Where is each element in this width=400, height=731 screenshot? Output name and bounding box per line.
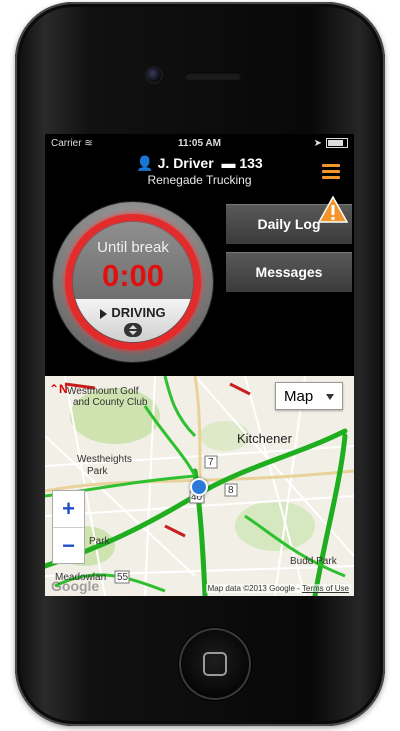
map-type-select[interactable]: Map <box>275 382 343 410</box>
map-label-golf: Westmount Golf <box>67 386 139 397</box>
map-view[interactable]: ⌃N Westmount Golf and County Club Kitche… <box>45 376 354 596</box>
status-right: ➤ <box>314 138 348 149</box>
messages-button[interactable]: Messages <box>226 252 352 292</box>
map-label-park2: Park <box>89 536 110 547</box>
timer-face[interactable]: Until break 0:00 DRIVING <box>73 222 193 342</box>
earpiece-speaker <box>185 72 241 80</box>
menu-icon[interactable] <box>322 164 340 180</box>
map-label-park1: Westheights <box>77 454 132 465</box>
app-header: 👤 J. Driver ▬ 133 Renegade Trucking <box>45 152 354 192</box>
map-label-park1b: Park <box>87 466 108 477</box>
timer-value: 0:00 <box>101 258 165 293</box>
zoom-in-button[interactable]: + <box>53 491 84 527</box>
map-label-city: Kitchener <box>237 431 292 446</box>
company-name: Renegade Trucking <box>147 173 252 187</box>
driver-name: J. Driver <box>157 155 214 171</box>
until-break-label: Until break <box>97 239 169 256</box>
truck-icon: ▬ <box>217 155 236 171</box>
front-camera <box>147 68 161 82</box>
status-bar: Carrier ≋ 11:05 AM ➤ <box>45 134 354 152</box>
status-time: 11:05 AM <box>178 138 221 149</box>
map-label-hwy7: 7 <box>208 457 214 468</box>
person-icon: 👤 <box>136 155 154 171</box>
map-label-golf2: and County Club <box>73 397 148 408</box>
map-label-budd: Budd Park <box>290 556 337 567</box>
zoom-control: + − <box>52 490 85 564</box>
map-attribution: Map data ©2013 Google - Terms of Use <box>205 584 351 593</box>
status-toggle-icon[interactable] <box>124 323 142 337</box>
north-arrow-icon: ⌃N <box>49 382 68 396</box>
app-screen: Carrier ≋ 11:05 AM ➤ 👤 J. Driver ▬ 133 R… <box>45 134 354 596</box>
zoom-out-button[interactable]: − <box>53 528 84 564</box>
play-icon <box>100 308 108 319</box>
map-label-hwy55: 55 <box>117 572 129 583</box>
location-pin-icon <box>190 478 208 496</box>
duty-status: DRIVING <box>73 305 193 320</box>
map-label-hwy8: 8 <box>228 485 234 496</box>
home-square-icon <box>203 652 227 676</box>
duty-status-panel[interactable]: DRIVING <box>73 299 193 342</box>
truck-number: 133 <box>239 155 263 171</box>
battery-icon <box>326 138 348 149</box>
warning-icon <box>318 196 348 223</box>
driver-line: 👤 J. Driver ▬ 133 <box>45 155 354 172</box>
terms-link[interactable]: Terms of Use <box>302 584 349 593</box>
location-icon: ➤ <box>313 138 322 149</box>
google-logo: Google <box>51 578 100 594</box>
dropdown-caret-icon <box>326 394 334 400</box>
